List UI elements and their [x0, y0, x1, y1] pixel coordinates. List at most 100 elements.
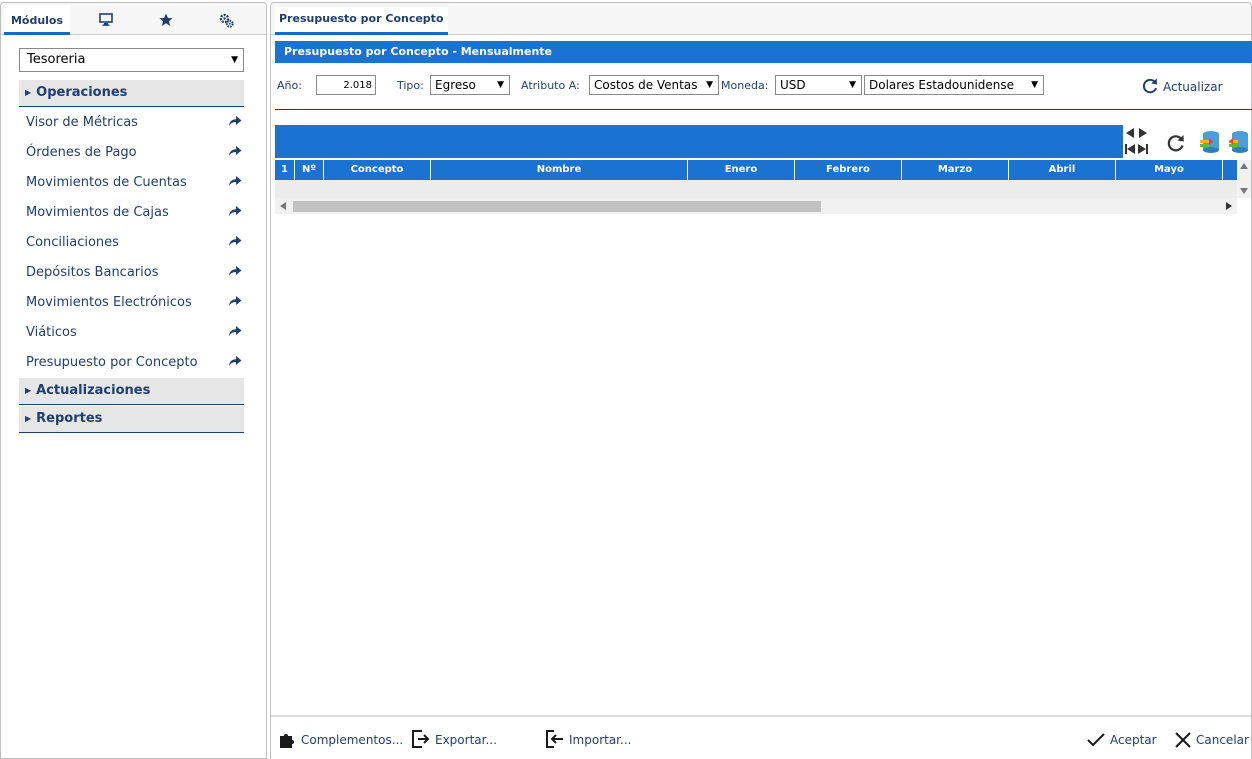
scroll-up-icon[interactable] [1240, 163, 1248, 169]
menu-item-label: Órdenes de Pago [26, 145, 137, 160]
col-header[interactable]: Nº [295, 160, 324, 180]
menu-item-movimientos-cajas[interactable]: Movimientos de Cajas [19, 198, 244, 228]
atributo-label: Atributo A: [521, 79, 580, 92]
tipo-label: Tipo: [397, 79, 424, 92]
menu-item-label: Movimientos Electrónicos [26, 295, 192, 310]
menu-item-label: Viáticos [26, 325, 77, 340]
menu-item-movimientos-cuentas[interactable]: Movimientos de Cuentas [19, 168, 244, 198]
modules-panel: Módulos Tesoreria ▼ ▶ Operaciones Visor d… [0, 2, 267, 759]
section-reportes-label: Reportes [36, 411, 103, 426]
panel-title: Presupuesto por Concepto - Mensualmente [275, 41, 1252, 63]
refresh-label: Actualizar [1163, 80, 1223, 94]
menu-item-visor-metricas[interactable]: Visor de Métricas [19, 108, 244, 138]
grid-body [275, 180, 1237, 198]
scroll-right-icon[interactable] [1226, 202, 1232, 210]
tipo-value: Egreso [435, 78, 476, 92]
menu-item-presupuesto-concepto[interactable]: Presupuesto por Concepto [19, 348, 244, 378]
tipo-select[interactable]: Egreso ▼ [430, 75, 510, 95]
col-header[interactable]: Concepto [324, 160, 431, 180]
database-import-icon[interactable] [1228, 130, 1250, 154]
dropdown-arrow-icon: ▼ [497, 80, 504, 90]
share-arrow-icon [229, 266, 242, 276]
complementos-button[interactable]: Complementos... [279, 729, 403, 751]
nav-last-icon[interactable] [1137, 143, 1149, 155]
col-header[interactable]: Nombre [431, 160, 688, 180]
gears-icon [219, 13, 234, 28]
refresh-button[interactable]: Actualizar [1141, 76, 1223, 98]
moneda-code-value: USD [780, 78, 806, 92]
tab-settings[interactable] [199, 5, 253, 35]
section-actualizaciones[interactable]: ▶ Actualizaciones [19, 378, 244, 405]
importar-button[interactable]: Importar... [545, 729, 631, 751]
nav-prev-icon[interactable] [1124, 127, 1136, 139]
menu-item-viaticos[interactable]: Viáticos [19, 318, 244, 348]
moneda-name-value: Dolares Estadounidense [869, 78, 1015, 92]
divider [275, 109, 1252, 110]
cancelar-button[interactable]: Cancelar [1174, 729, 1249, 751]
menu-item-label: Presupuesto por Concepto [26, 355, 198, 370]
checkmark-icon [1087, 733, 1105, 747]
menu-item-movimientos-electronicos[interactable]: Movimientos Electrónicos [19, 288, 244, 318]
module-select[interactable]: Tesoreria ▼ [19, 48, 244, 72]
scroll-down-icon[interactable] [1240, 188, 1248, 194]
col-header[interactable]: 1 [275, 160, 295, 180]
tab-presupuesto-concepto[interactable]: Presupuesto por Concepto [275, 7, 448, 35]
share-arrow-icon [229, 356, 242, 366]
puzzle-icon [280, 734, 294, 748]
menu-item-ordenes-pago[interactable]: Órdenes de Pago [19, 138, 244, 168]
vertical-scrollbar[interactable] [1237, 160, 1251, 198]
year-value: 2.018 [343, 80, 372, 91]
section-operaciones-label: Operaciones [36, 85, 128, 100]
content-tab-strip: Presupuesto por Concepto [271, 3, 1251, 35]
exportar-button[interactable]: Exportar... [411, 729, 497, 751]
share-arrow-icon [229, 176, 242, 186]
atributo-value: Costos de Ventas [594, 78, 698, 92]
tab-modules[interactable]: Módulos [4, 5, 70, 35]
tab-favorites[interactable] [139, 5, 193, 35]
cancelar-label: Cancelar [1196, 733, 1249, 747]
col-header[interactable]: Mayo [1116, 160, 1223, 180]
nav-first-icon[interactable] [1124, 143, 1136, 155]
section-operaciones[interactable]: ▶ Operaciones [19, 80, 244, 107]
section-actualizaciones-label: Actualizaciones [36, 383, 151, 398]
section-reportes[interactable]: ▶ Reportes [19, 406, 244, 433]
left-tab-strip: Módulos [1, 3, 266, 35]
menu-item-label: Conciliaciones [26, 235, 119, 250]
desktop-icon [99, 13, 113, 26]
exportar-label: Exportar... [435, 733, 497, 747]
tab-desktop[interactable] [79, 5, 133, 35]
col-header[interactable]: Febrero [795, 160, 902, 180]
content-panel: Presupuesto por Concepto Presupuesto por… [270, 2, 1252, 759]
menu-item-conciliaciones[interactable]: Conciliaciones [19, 228, 244, 258]
scroll-left-icon[interactable] [280, 202, 286, 210]
menu-item-depositos-bancarios[interactable]: Depósitos Bancarios [19, 258, 244, 288]
moneda-name-select[interactable]: Dolares Estadounidense ▼ [864, 75, 1044, 95]
moneda-label: Moneda: [721, 79, 769, 92]
star-icon [159, 13, 173, 26]
col-header[interactable]: Abril [1009, 160, 1116, 180]
share-arrow-icon [229, 116, 242, 126]
menu-item-label: Movimientos de Cajas [26, 205, 169, 220]
nav-next-icon[interactable] [1137, 127, 1149, 139]
col-header[interactable]: Enero [688, 160, 795, 180]
export-icon [412, 730, 430, 748]
menu-item-label: Depósitos Bancarios [26, 265, 159, 280]
database-export-icon[interactable] [1199, 130, 1221, 154]
horizontal-scrollbar[interactable] [275, 198, 1237, 214]
year-input[interactable]: 2.018 [316, 75, 376, 95]
grid-header: 1 Nº Concepto Nombre Enero Febrero Marzo… [275, 160, 1251, 180]
grid-refresh-icon[interactable] [1166, 133, 1186, 153]
module-select-value: Tesoreria [27, 52, 86, 67]
scroll-thumb[interactable] [293, 201, 821, 212]
moneda-code-select[interactable]: USD ▼ [775, 75, 862, 95]
dropdown-arrow-icon: ▼ [706, 80, 713, 90]
menu-item-label: Movimientos de Cuentas [26, 175, 187, 190]
share-arrow-icon [229, 326, 242, 336]
expand-triangle-icon: ▶ [25, 414, 32, 423]
grid-toolbar [275, 125, 1123, 158]
aceptar-button[interactable]: Aceptar [1086, 729, 1157, 751]
atributo-select[interactable]: Costos de Ventas ▼ [589, 75, 719, 95]
dropdown-arrow-icon: ▼ [231, 55, 238, 65]
col-header[interactable]: Marzo [902, 160, 1009, 180]
import-icon [546, 730, 563, 748]
